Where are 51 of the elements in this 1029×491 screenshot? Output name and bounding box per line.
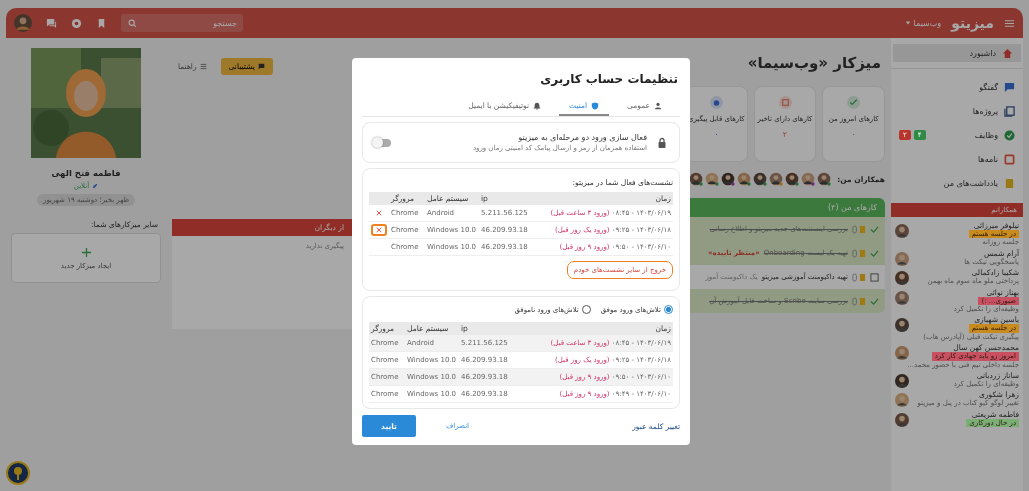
page-title: میزکار «وب‌سیما»: [746, 54, 881, 72]
logo-icon[interactable]: [6, 461, 30, 485]
home-icon: [1002, 47, 1013, 59]
attachment-icon: [852, 248, 866, 258]
nav-item[interactable]: یادداشت‌های من: [891, 171, 1023, 195]
nav-item[interactable]: گفتگو: [891, 75, 1023, 99]
check-icon[interactable]: [870, 296, 879, 306]
person-icon: [654, 101, 662, 110]
workspace-dropdown[interactable]: وب‌سیما: [904, 18, 942, 28]
nav-item[interactable]: نامه‌ها: [891, 147, 1023, 171]
check-circle-icon: [1004, 129, 1015, 141]
toggle-switch[interactable]: [375, 138, 391, 147]
chat-icon: [257, 63, 265, 70]
close-icon: [376, 210, 382, 216]
checkbox[interactable]: [870, 272, 879, 282]
shield-icon: [591, 101, 600, 110]
attachment-icon: [852, 296, 866, 306]
avatar-icon[interactable]: [721, 172, 736, 186]
check-icon[interactable]: [870, 248, 879, 258]
brand-name: میزیتو: [951, 15, 994, 31]
help-icon[interactable]: [71, 17, 82, 29]
nav-item[interactable]: داشبورد: [893, 44, 1021, 62]
lock-icon: [657, 136, 667, 149]
attachment-icon: [852, 272, 866, 282]
avatar-icon[interactable]: [895, 373, 909, 388]
bookmark-icon[interactable]: [96, 17, 107, 29]
stat-value: ۰: [714, 130, 719, 140]
close-icon: [376, 227, 382, 233]
dialog-title: تنظیمات حساب کاربری: [539, 72, 678, 86]
plus-icon: [80, 246, 92, 258]
check-icon[interactable]: [870, 224, 879, 234]
bell-icon: [533, 101, 542, 110]
document-icon: [1004, 105, 1015, 117]
menu-icon[interactable]: [1004, 17, 1015, 29]
setting-title: فعال سازی ورود دو مرحله‌ای به میزیتو: [517, 133, 647, 142]
list-icon: [199, 63, 207, 70]
stat-value: ۲: [782, 130, 788, 140]
search-icon: [128, 19, 137, 28]
pencil-icon: [92, 183, 99, 189]
chat-icon[interactable]: [46, 17, 57, 29]
nav-item[interactable]: پروژه‌ها: [891, 99, 1023, 123]
radio-button[interactable]: [664, 305, 673, 314]
user-name: فاطمه فتح الهی: [51, 168, 121, 178]
chat-icon: [1004, 81, 1015, 93]
close-button[interactable]: [371, 224, 387, 236]
attachment-icon: [852, 224, 866, 234]
note-icon: [1004, 177, 1015, 189]
avatar-icon[interactable]: [689, 172, 704, 186]
inbox-icon: [1004, 153, 1015, 165]
caret-icon: [904, 20, 911, 26]
stat-value: ۰: [851, 130, 856, 140]
